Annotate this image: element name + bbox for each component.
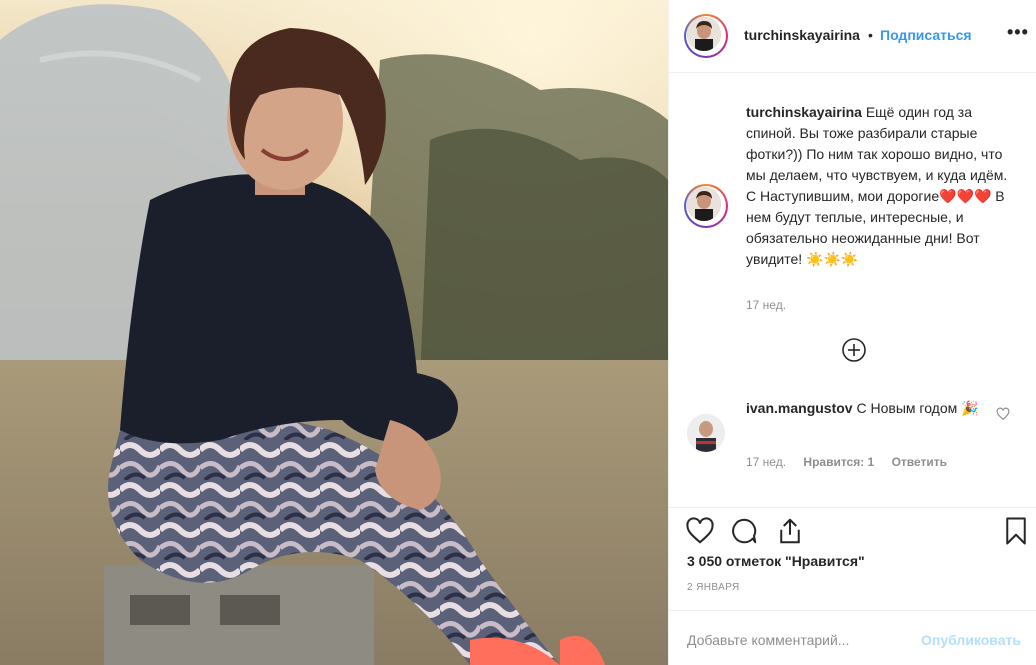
comment-timestamp[interactable]: 17 нед. [746, 455, 786, 469]
post-header: turchinskayairina • Подписаться ••• [669, 0, 1036, 73]
publish-button[interactable]: Опубликовать [921, 632, 1021, 648]
follow-button[interactable]: Подписаться [880, 27, 972, 43]
caption-username[interactable]: turchinskayairina [746, 104, 862, 120]
comment-meta: 17 нед. Нравится: 1 Ответить [746, 455, 961, 469]
author-username[interactable]: turchinskayairina [744, 27, 860, 43]
caption-avatar-image [687, 187, 721, 221]
post-date[interactable]: 2 ЯНВАРЯ [687, 582, 740, 593]
caption-avatar[interactable] [684, 184, 728, 228]
commenter-avatar-image [687, 414, 725, 452]
comment-likes[interactable]: Нравится: 1 [803, 455, 874, 469]
likes-count[interactable]: 3 050 отметок "Нравится" [687, 553, 865, 569]
save-bookmark-icon[interactable] [1001, 516, 1031, 546]
action-bar [669, 507, 1036, 552]
author-avatar[interactable] [684, 14, 728, 58]
share-icon[interactable] [775, 516, 805, 546]
caption-body: Ещё один год за спиной. Вы тоже разбирал… [746, 104, 1008, 267]
comment-composer: Добавьте комментарий... Опубликовать [669, 610, 1036, 665]
comment-input[interactable]: Добавьте комментарий... [687, 632, 849, 648]
caption-timestamp[interactable]: 17 нед. [746, 298, 786, 312]
photo-illustration [0, 0, 668, 665]
comment-body: С Новым годом 🎉 [856, 400, 979, 416]
commenter-avatar[interactable] [687, 414, 725, 452]
comment-bubble-icon[interactable] [729, 516, 759, 546]
caption: turchinskayairina Ещё один год за спиной… [746, 102, 1014, 270]
load-more-comments-icon[interactable] [841, 337, 867, 363]
separator-dot: • [868, 27, 873, 43]
comment: ivan.mangustov С Новым годом 🎉 [746, 398, 986, 419]
comments-section: turchinskayairina Ещё один год за спиной… [669, 74, 1036, 506]
post-sidebar: turchinskayairina • Подписаться ••• turc… [668, 0, 1036, 665]
comment-username[interactable]: ivan.mangustov [746, 400, 853, 416]
comment-like-icon[interactable] [996, 407, 1010, 421]
more-options-icon[interactable]: ••• [1007, 22, 1029, 43]
like-heart-icon[interactable] [685, 516, 715, 546]
post-photo[interactable] [0, 0, 668, 665]
comment-reply-button[interactable]: Ответить [892, 455, 947, 469]
author-avatar-image [687, 17, 721, 51]
